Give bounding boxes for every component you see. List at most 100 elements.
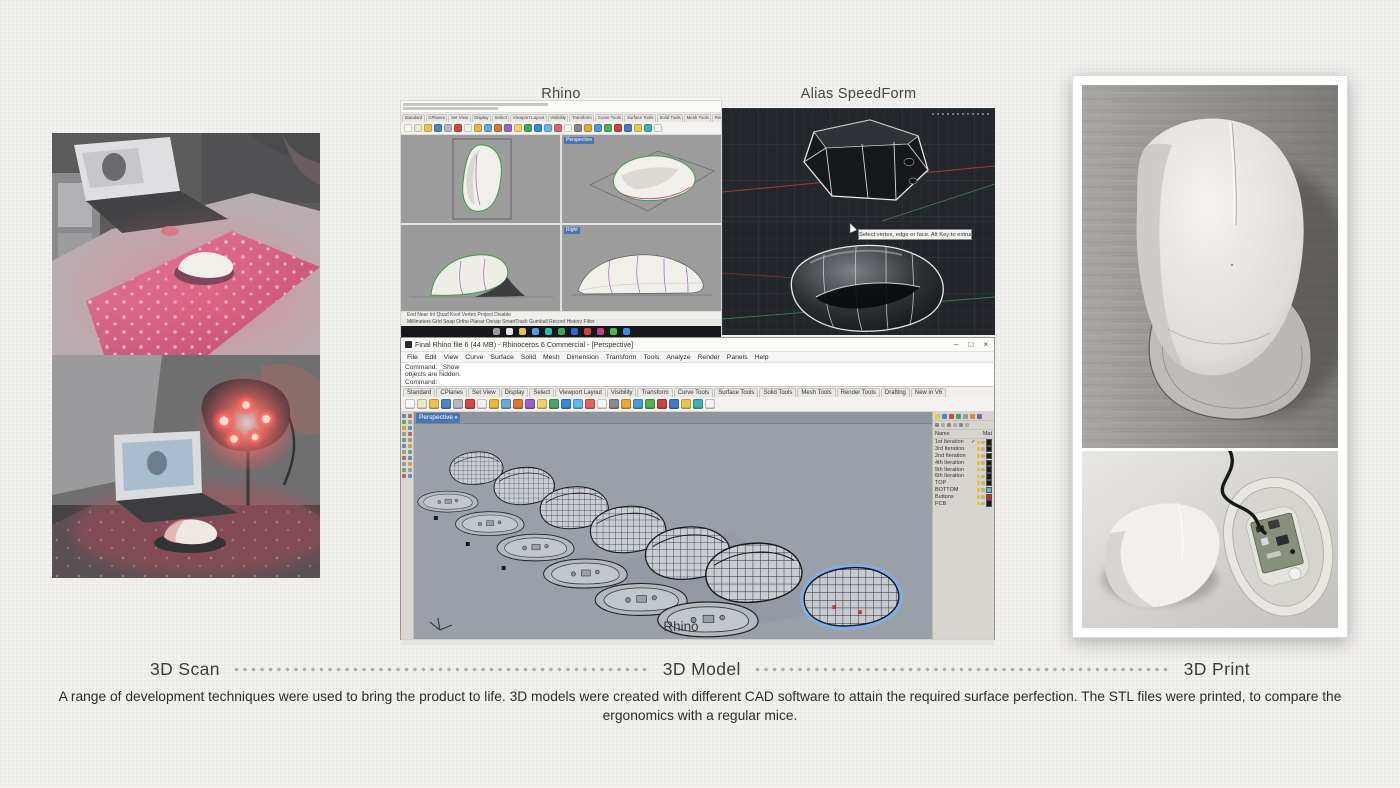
menu-item[interactable]: Solid xyxy=(521,354,536,361)
sidebar-tool-icon[interactable] xyxy=(402,438,406,442)
toolbar-tab[interactable]: Transform xyxy=(569,114,594,122)
bulb-icon[interactable] xyxy=(977,461,981,465)
layer-tool-icon[interactable] xyxy=(947,423,951,427)
menu-item[interactable]: Tools xyxy=(643,354,659,361)
layer-tool-icon[interactable] xyxy=(959,423,963,427)
taskbar-icon[interactable] xyxy=(610,328,617,335)
bulb-icon[interactable] xyxy=(977,447,981,451)
toolbar-tab[interactable]: Curve Tools xyxy=(674,388,714,397)
toolbar-tab[interactable]: Standard xyxy=(402,114,425,122)
toolbar-icon[interactable] xyxy=(489,399,499,409)
taskbar-icon[interactable] xyxy=(571,328,578,335)
bulb-icon[interactable] xyxy=(977,495,981,499)
toolbar-icon[interactable] xyxy=(441,399,451,409)
lock-icon[interactable] xyxy=(981,481,985,485)
layer-color-chip[interactable] xyxy=(986,494,993,501)
menu-item[interactable]: Render xyxy=(698,354,720,361)
toolbar-tab[interactable]: Solid Tools xyxy=(657,114,683,122)
toolbar-icon[interactable] xyxy=(514,124,522,132)
layer-row[interactable]: 2nd Iteration xyxy=(933,453,994,460)
layer-row[interactable]: 1st Iteration ✓ xyxy=(933,439,994,446)
toolbar-tab[interactable]: Set View xyxy=(448,114,470,122)
lock-icon[interactable] xyxy=(981,441,985,445)
panel-tab-icon[interactable] xyxy=(970,414,975,419)
taskbar-icon[interactable] xyxy=(623,328,630,335)
toolbar-icon[interactable] xyxy=(681,399,691,409)
layer-tool-icon[interactable] xyxy=(953,423,957,427)
menu-item[interactable]: View xyxy=(444,354,459,361)
menu-item[interactable]: Help xyxy=(755,354,769,361)
toolbar-icon[interactable] xyxy=(465,399,475,409)
menu-item[interactable]: Edit xyxy=(425,354,437,361)
sidebar-tool-icon[interactable] xyxy=(408,456,412,460)
toolbar-icon[interactable] xyxy=(705,399,715,409)
bulb-icon[interactable] xyxy=(977,488,981,492)
toolbar-tab[interactable]: Select xyxy=(492,114,509,122)
toolbar-tab[interactable]: Visibility xyxy=(548,114,569,122)
sidebar-tool-icon[interactable] xyxy=(402,426,406,430)
toolbar-tab[interactable]: Display xyxy=(501,388,529,397)
layer-row[interactable]: BOTTOM xyxy=(933,487,994,494)
sidebar-tool-icon[interactable] xyxy=(402,462,406,466)
toolbar-tab[interactable]: Viewport Layout xyxy=(510,114,546,122)
close-button[interactable]: × xyxy=(983,340,988,349)
toolbar-icon[interactable] xyxy=(621,399,631,409)
toolbar-icon[interactable] xyxy=(597,399,607,409)
toolbar-tab[interactable]: Surface Tools xyxy=(714,388,758,397)
sidebar-tool-icon[interactable] xyxy=(402,474,406,478)
toolbar-tab[interactable]: Render Tools xyxy=(712,114,721,122)
menu-item[interactable]: Analyze xyxy=(666,354,690,361)
menu-item[interactable]: Curve xyxy=(465,354,483,361)
layer-color-chip[interactable] xyxy=(986,487,993,494)
taskbar-icon[interactable] xyxy=(558,328,565,335)
taskbar-icon[interactable] xyxy=(584,328,591,335)
panel-tab-icon[interactable] xyxy=(963,414,968,419)
bulb-icon[interactable] xyxy=(977,481,981,485)
panel-tab-icon[interactable] xyxy=(956,414,961,419)
taskbar-icon[interactable] xyxy=(545,328,552,335)
lock-icon[interactable] xyxy=(981,488,985,492)
toolbar-icon[interactable] xyxy=(513,399,523,409)
viewport-right[interactable]: Right xyxy=(562,225,721,311)
toolbar-icon[interactable] xyxy=(524,124,532,132)
panel-tab-icon[interactable] xyxy=(942,414,947,419)
menu-item[interactable]: Mesh xyxy=(543,354,560,361)
toolbar-icon[interactable] xyxy=(544,124,552,132)
viewport-label-right[interactable]: Right xyxy=(564,227,580,234)
bulb-icon[interactable] xyxy=(977,468,981,472)
lock-icon[interactable] xyxy=(981,454,985,458)
toolbar-tab[interactable]: New in V6 xyxy=(911,388,946,397)
menu-item[interactable]: Transform xyxy=(606,354,637,361)
sidebar-tool-icon[interactable] xyxy=(408,414,412,418)
sidebar-tool-icon[interactable] xyxy=(408,438,412,442)
layer-color-chip[interactable] xyxy=(986,473,993,480)
viewport-front[interactable] xyxy=(401,225,560,311)
sidebar-tool-icon[interactable] xyxy=(402,420,406,424)
toolbar-icon[interactable] xyxy=(424,124,432,132)
toolbar-icon[interactable] xyxy=(501,399,511,409)
layer-tool-icon[interactable] xyxy=(965,423,969,427)
toolbar-icon[interactable] xyxy=(504,124,512,132)
sidebar-tool-icon[interactable] xyxy=(402,468,406,472)
toolbar-tab[interactable]: Display xyxy=(472,114,491,122)
toolbar-tab[interactable]: Solid Tools xyxy=(759,388,796,397)
toolbar-tab[interactable]: Surface Tools xyxy=(624,114,656,122)
toolbar-icon[interactable] xyxy=(561,399,571,409)
toolbar-icon[interactable] xyxy=(693,399,703,409)
toolbar-tab[interactable]: Transform xyxy=(637,388,672,397)
layer-row[interactable]: 5th Iteration xyxy=(933,466,994,473)
toolbar-tab[interactable]: Mesh Tools xyxy=(684,114,711,122)
command-input[interactable]: Command: xyxy=(405,379,990,386)
maximize-button[interactable]: □ xyxy=(968,340,973,349)
toolbar-icon[interactable] xyxy=(405,399,415,409)
lock-icon[interactable] xyxy=(981,475,985,479)
toolbar-icon[interactable] xyxy=(454,124,462,132)
osnap-bar[interactable]: End Near Int Quad Knot Vertex Project Di… xyxy=(401,311,721,319)
toolbar-icon[interactable] xyxy=(434,124,442,132)
toolbar-tab[interactable]: Select xyxy=(529,388,554,397)
layer-row[interactable]: 6th Iteration xyxy=(933,473,994,480)
sidebar-tool-icon[interactable] xyxy=(402,432,406,436)
layer-color-chip[interactable] xyxy=(986,480,993,487)
toolbar-icon[interactable] xyxy=(609,399,619,409)
toolbar-tab[interactable]: Curve Tools xyxy=(595,114,623,122)
